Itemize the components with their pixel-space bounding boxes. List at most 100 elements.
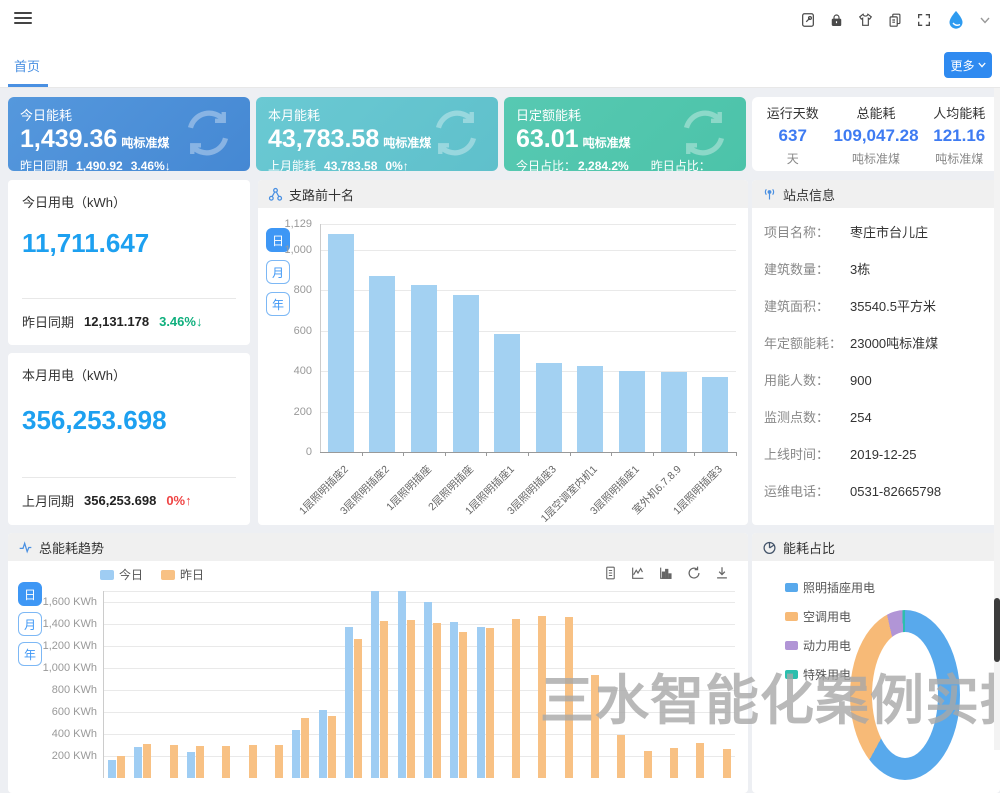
y-axis-tick-label: 200 KWh: [8, 750, 97, 762]
x-axis-tick: [403, 452, 404, 456]
trend-bar-今日: [424, 602, 432, 778]
trend-bar-昨日: [433, 623, 441, 778]
branch-bar: [661, 372, 687, 452]
trend-bar-昨日: [328, 716, 336, 778]
scrollbar-thumb[interactable]: [994, 598, 1000, 662]
fullscreen-icon[interactable]: [916, 12, 932, 28]
x-axis-tick: [445, 452, 446, 456]
site-row-value: 900: [850, 373, 872, 388]
x-axis-tick: [653, 452, 654, 456]
data-view-icon[interactable]: [603, 565, 618, 584]
trend-bar-昨日: [591, 675, 599, 778]
recycle-arrows-icon: [676, 103, 732, 163]
branch-bar: [536, 363, 562, 452]
site-info-row: 用能人数：900: [764, 370, 994, 389]
branch-bar: [453, 295, 479, 452]
trend-bar-今日: [108, 760, 116, 778]
site-row-value: 3栋: [850, 259, 870, 278]
trend-bar-今日: [292, 730, 300, 778]
site-row-value: 0531-82665798: [850, 484, 941, 499]
hamburger-menu-icon[interactable]: [14, 12, 32, 26]
gridline: [320, 224, 736, 225]
site-row-value: 2019-12-25: [850, 447, 917, 462]
branch-bar: [702, 377, 728, 452]
gridline: [103, 712, 735, 713]
site-info-row: 上线时间：2019-12-25: [764, 444, 994, 463]
branch-bar: [619, 371, 645, 452]
trend-bar-昨日: [670, 748, 678, 778]
legend-item-yesterday[interactable]: 昨日: [161, 566, 204, 583]
active-tab-underline: [8, 84, 48, 87]
x-axis-tick: [486, 452, 487, 456]
panel-site-info: 站点信息 项目名称：枣庄市台儿庄建筑数量：3栋建筑面积：35540.5平方米年定…: [752, 180, 1000, 525]
kpi-card-daily-quota-energy: 日定额能耗 63.01吨标准煤 今日占比：2,284.2%昨日占比：2,366.…: [504, 97, 746, 171]
site-row-value: 35540.5平方米: [850, 296, 936, 315]
trend-bar-昨日: [512, 619, 520, 779]
site-row-label: 上线时间：: [764, 444, 850, 463]
legend-item-lighting[interactable]: 照明插座用电: [785, 579, 875, 596]
trend-bar-昨日: [696, 743, 704, 778]
site-row-label: 年定额能耗：: [764, 333, 850, 352]
legend-swatch: [100, 570, 114, 580]
panel-title: 总能耗趋势: [39, 538, 104, 557]
gridline: [103, 734, 735, 735]
pct-change-up: 0%↑: [166, 493, 191, 508]
y-axis-tick-label: 1,000 KWh: [8, 662, 97, 674]
y-axis-tick-label: 0: [258, 446, 312, 458]
trend-bar-今日: [477, 627, 485, 778]
site-row-label: 项目名称：: [764, 222, 850, 241]
trend-bar-今日: [319, 710, 327, 778]
user-avatar-logo[interactable]: [945, 9, 967, 31]
panel-energy-share: 能耗占比 照明插座用电 空调用电 动力用电 特殊用电: [752, 533, 1000, 793]
line-chart-toggle-icon[interactable]: [630, 565, 646, 584]
y-axis-tick-label: 600: [258, 325, 312, 337]
download-icon[interactable]: [714, 565, 730, 584]
legend-swatch: [785, 583, 798, 592]
pct-change-down: 3.46%↓: [159, 314, 202, 329]
branch-bar: [328, 234, 354, 452]
maintenance-tool-icon[interactable]: [800, 12, 816, 28]
more-button[interactable]: 更多: [944, 52, 992, 78]
trend-bar-今日: [187, 752, 195, 778]
y-axis-tick-label: 400 KWh: [8, 728, 97, 740]
trend-bar-今日: [134, 747, 142, 778]
panel-title: 站点信息: [783, 185, 835, 204]
refresh-icon[interactable]: [686, 565, 702, 584]
legend-item-hvac[interactable]: 空调用电: [785, 608, 875, 625]
x-axis-tick: [528, 452, 529, 456]
trend-bar-昨日: [222, 746, 230, 778]
trend-bar-昨日: [617, 735, 625, 778]
card-today-electricity: 今日用电（kWh） 11,711.647 昨日同期 12,131.178 3.4…: [8, 180, 250, 345]
x-axis-tick: [736, 452, 737, 456]
stat-per-capita-energy: 人均能耗 121.16 吨标准煤: [919, 97, 1000, 171]
y-axis-tick-label: 1,000: [258, 244, 312, 256]
legend-item-today[interactable]: 今日: [100, 566, 143, 583]
share-nodes-icon: [268, 187, 283, 202]
branch-bar: [369, 276, 395, 452]
kpi-card-month-energy: 本月能耗 43,783.58吨标准煤 上月能耗43,783.580%↑: [256, 97, 498, 171]
x-axis-tick: [570, 452, 571, 456]
antenna-icon: [762, 187, 777, 202]
panel-energy-trend: 总能耗趋势 今日 昨日 日 月 年 1,600 KWh1,400 KWh1,20…: [8, 533, 748, 793]
tab-bar: 首页 更多: [0, 40, 1000, 88]
y-axis-tick-label: 1,400 KWh: [8, 618, 97, 630]
x-axis-tick: [611, 452, 612, 456]
theme-shirt-icon[interactable]: [857, 12, 874, 28]
y-axis-line: [320, 224, 321, 452]
site-row-label: 建筑数量：: [764, 259, 850, 278]
tab-home[interactable]: 首页: [14, 56, 40, 75]
trend-bar-昨日: [538, 616, 546, 778]
trend-bar-昨日: [407, 620, 415, 778]
copy-pages-icon[interactable]: [887, 12, 903, 28]
gridline: [103, 668, 735, 669]
lock-icon[interactable]: [829, 12, 844, 28]
gridline: [103, 591, 735, 592]
gridline: [103, 624, 735, 625]
pulse-line-icon: [18, 540, 33, 555]
site-row-value: 23000吨标准煤: [850, 333, 938, 352]
bar-chart-toggle-icon[interactable]: [658, 565, 674, 584]
site-info-row: 建筑面积：35540.5平方米: [764, 296, 994, 315]
top-bar: [0, 0, 1000, 40]
trend-bar-昨日: [354, 639, 362, 778]
chevron-down-icon[interactable]: [980, 17, 990, 24]
